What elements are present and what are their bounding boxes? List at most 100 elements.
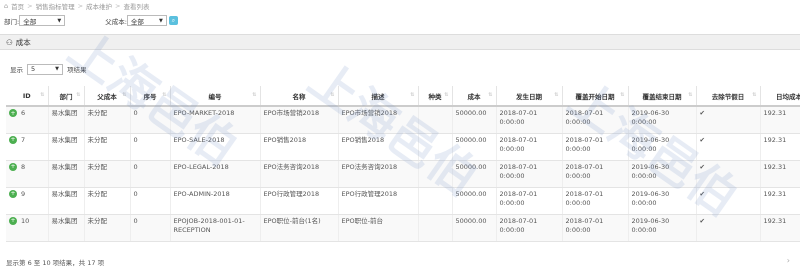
- table-cell: 0: [130, 214, 171, 242]
- column-header-label: 名称: [292, 92, 306, 101]
- cell-value: 2018-07-01 0:00:00: [565, 162, 604, 180]
- table-cell: EPO市场营销2018: [260, 106, 339, 134]
- expand-row-icon[interactable]: +: [9, 216, 17, 225]
- column-header[interactable]: 成本 ⇅: [452, 86, 497, 107]
- table-cell: +6: [6, 106, 49, 134]
- cell-value: 未分配: [87, 135, 108, 144]
- table-cell: EPO法务咨询2018: [338, 160, 419, 188]
- table-cell: 2019-06-30 0:00:00: [628, 133, 697, 161]
- sort-icon: ⇅: [76, 92, 81, 98]
- expand-row-icon[interactable]: +: [9, 109, 17, 117]
- table-cell: 2018-07-01 0:00:00: [562, 133, 629, 161]
- breadcrumb-separator: >: [115, 2, 121, 10]
- table-cell: [418, 160, 453, 188]
- table-cell: 2018-07-01 0:00:00: [562, 187, 629, 215]
- table-cell: [418, 106, 453, 134]
- cell-value: 易水集团: [51, 109, 78, 117]
- table-cell: 易水集团: [48, 106, 85, 134]
- column-header[interactable]: 发生日期 ⇅: [496, 86, 563, 107]
- table-row[interactable]: +10 易水集团 未分配 0 EPOJOB-2018-001-01-RECEPTION E…: [6, 214, 800, 242]
- breadcrumb-cost[interactable]: 成本维护: [86, 1, 112, 11]
- parent-cost-select[interactable]: 全部 ▼: [126, 15, 167, 26]
- table-cell: 2019-06-30 0:00:00: [628, 106, 697, 134]
- cell-value: 2018-07-01 0:00:00: [499, 162, 538, 180]
- column-header[interactable]: 种类 ⇅: [418, 86, 453, 107]
- table-cell: EPO-LEGAL-2018: [170, 160, 261, 188]
- breadcrumb-separator: >: [27, 2, 33, 10]
- cost-table: ID ⇅ 部门 ⇅ 父成本 ⇅ 序号 ⇅ 编号 ⇅ 名称 ⇅ 描述 ⇅ 种类 ⇅ 成本 ⇅ 发生日期 ⇅ 覆盖开始日期 ⇅…: [6, 86, 800, 242]
- table-row[interactable]: +7 易水集团 未分配 0 EPO-SALE-2018 EPO销售2018 EPO销售201…: [6, 133, 800, 161]
- column-header-label: 覆盖结束日期: [642, 92, 682, 101]
- column-header-label: 部门: [59, 92, 73, 101]
- table-row[interactable]: +9 易水集团 未分配 0 EPO-ADMIN-2018 EPO行政管理2018 EPO行政…: [6, 187, 800, 215]
- cell-value: 易水集团: [51, 162, 78, 171]
- sort-icon: ⇅: [40, 92, 45, 98]
- table-cell: +8: [6, 160, 49, 188]
- sort-icon: ⇅: [554, 92, 559, 98]
- column-header[interactable]: 描述 ⇅: [338, 86, 419, 107]
- length-prefix: 显示: [10, 66, 23, 74]
- breadcrumb-home[interactable]: 首页: [11, 1, 24, 11]
- cell-value: EPO职位-前台: [341, 216, 384, 225]
- cell-value: EPO-MARKET-2018: [173, 109, 235, 117]
- table-cell: 192.31: [760, 187, 800, 215]
- table-cell: 易水集团: [48, 214, 85, 242]
- column-header-label: 父成本: [97, 92, 117, 101]
- table-cell: EPOJOB-2018-001-01-RECEPTION: [170, 214, 261, 242]
- table-cell: EPO市场营销2018: [338, 106, 419, 134]
- table-cell: 0: [130, 160, 171, 188]
- column-header[interactable]: ID ⇅: [6, 86, 49, 107]
- table-cell: EPO法务咨询2018: [260, 160, 339, 188]
- cell-value: 9: [21, 189, 26, 198]
- cell-value: 未分配: [87, 109, 108, 117]
- expand-row-icon[interactable]: +: [9, 189, 17, 198]
- column-header[interactable]: 部门 ⇅: [48, 86, 85, 107]
- column-header[interactable]: 编号 ⇅: [170, 86, 261, 107]
- page-length-select[interactable]: 5 ▼: [27, 63, 63, 75]
- column-header[interactable]: 覆盖开始日期 ⇅: [562, 86, 629, 107]
- panel-header: ⚇ 成本: [0, 34, 800, 50]
- chevron-down-icon: ▼: [159, 17, 163, 24]
- cell-value: 0: [133, 109, 138, 117]
- table-cell: ✔: [696, 160, 761, 188]
- table-cell: +7: [6, 133, 49, 161]
- column-header[interactable]: 名称 ⇅: [260, 86, 339, 107]
- breadcrumb-sales[interactable]: 销售指标管理: [36, 1, 75, 11]
- expand-row-icon[interactable]: +: [9, 162, 17, 171]
- column-header[interactable]: 序号 ⇅: [130, 86, 171, 107]
- cell-value: EPO销售2018: [341, 135, 385, 144]
- column-header[interactable]: 去除节假日 ⇅: [696, 86, 761, 107]
- user-icon: ⚇: [6, 37, 13, 47]
- search-icon: ⌕: [171, 16, 176, 24]
- search-button[interactable]: ⌕: [168, 16, 178, 25]
- table-cell: +9: [6, 187, 49, 215]
- dept-select[interactable]: 全部 ▼: [19, 15, 66, 26]
- page-length-control: 显示 5 ▼ 项结果: [10, 63, 87, 75]
- table-cell: 未分配: [84, 160, 131, 188]
- cell-value: 0: [133, 216, 138, 225]
- home-icon[interactable]: ⌂: [4, 2, 8, 10]
- expand-row-icon[interactable]: +: [9, 135, 17, 144]
- table-cell: 2018-07-01 0:00:00: [562, 106, 629, 134]
- cell-value: 未分配: [87, 216, 108, 225]
- table-cell: 未分配: [84, 187, 131, 215]
- column-header[interactable]: 父成本 ⇅: [84, 86, 131, 107]
- table-row[interactable]: +8 易水集团 未分配 0 EPO-LEGAL-2018 EPO法务咨询2018 EPO法务…: [6, 160, 800, 188]
- column-header-label: 编号: [208, 92, 222, 101]
- table-cell: 0: [130, 133, 171, 161]
- pager-control[interactable]: ›: [787, 256, 790, 265]
- column-header-label: 覆盖开始日期: [575, 92, 615, 101]
- column-header[interactable]: 日均成本⇅: [760, 86, 800, 107]
- table-cell: 50000.00: [452, 214, 497, 242]
- cell-value: 0: [133, 189, 138, 198]
- column-header[interactable]: 覆盖结束日期 ⇅: [628, 86, 697, 107]
- sort-icon: ⇅: [122, 92, 127, 98]
- column-header-label: 成本: [467, 92, 481, 101]
- cell-value: 192.31: [763, 162, 787, 171]
- table-cell: 2018-07-01 0:00:00: [562, 214, 629, 242]
- sort-icon: ⇅: [444, 92, 449, 98]
- table-cell: 2018-07-01 0:00:00: [496, 214, 563, 242]
- table-row[interactable]: +6 易水集团 未分配 0 EPO-MARKET-2018 EPO市场营销2018 EPO市…: [6, 106, 800, 134]
- cell-value: 易水集团: [51, 216, 78, 225]
- sort-icon: ⇅: [330, 92, 335, 98]
